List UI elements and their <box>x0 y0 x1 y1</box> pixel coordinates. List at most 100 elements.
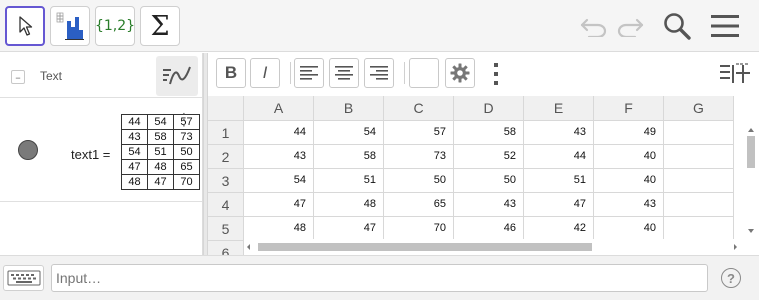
cell-b3[interactable]: 51 <box>314 169 384 193</box>
cell-c5[interactable]: 70 <box>384 217 454 241</box>
align-center-button[interactable] <box>329 58 359 88</box>
row-header-3[interactable]: 3 <box>208 169 244 193</box>
undo-button[interactable] <box>578 10 610 42</box>
text1-table-row: 44 54 57 <box>121 114 200 130</box>
statistics-tool-button[interactable] <box>50 6 90 46</box>
cell-settings-button[interactable] <box>445 58 475 88</box>
sum-tool-button[interactable]: Σ <box>140 6 180 46</box>
search-button[interactable] <box>661 10 693 42</box>
cell-b2[interactable]: 58 <box>314 145 384 169</box>
cell-b1[interactable]: 54 <box>314 121 384 145</box>
align-left-button[interactable] <box>294 58 324 88</box>
cell-e5[interactable]: 42 <box>524 217 594 241</box>
cell-g2[interactable] <box>664 145 734 169</box>
column-header-c[interactable]: C <box>384 96 454 121</box>
cell-c1[interactable]: 57 <box>384 121 454 145</box>
input-help-button[interactable]: ? <box>721 268 741 288</box>
cell-f1[interactable]: 49 <box>594 121 664 145</box>
row-header-2[interactable]: 2 <box>208 145 244 169</box>
column-header-d[interactable]: D <box>454 96 524 121</box>
move-tool-button[interactable] <box>5 6 45 46</box>
algebra-header: – Text <box>0 53 202 98</box>
input-bar: ? <box>0 255 759 300</box>
sigma-icon: Σ <box>150 10 170 42</box>
cell-g4[interactable] <box>664 193 734 217</box>
column-header-a[interactable]: A <box>244 96 314 121</box>
text1-table-cell: 54 <box>121 144 148 160</box>
corner-cell[interactable] <box>208 96 244 121</box>
cell-c3[interactable]: 50 <box>384 169 454 193</box>
cell-b4[interactable]: 48 <box>314 193 384 217</box>
list-tool-button[interactable]: {1,2} <box>95 6 135 46</box>
column-header-g[interactable]: G <box>664 96 734 121</box>
row-header-4[interactable]: 4 <box>208 193 244 217</box>
visibility-toggle[interactable] <box>18 140 38 160</box>
algebra-item-text1[interactable]: text1 = 44 54 57 43 58 73 54 51 50 47 48 65 48 47 70 ·… <box>0 99 202 202</box>
cell-a1[interactable]: 44 <box>244 121 314 145</box>
collapse-toggle[interactable]: – <box>11 70 25 84</box>
cell-g1[interactable] <box>664 121 734 145</box>
cell-d1[interactable]: 58 <box>454 121 524 145</box>
cell-g3[interactable] <box>664 169 734 193</box>
cell-d5[interactable]: 46 <box>454 217 524 241</box>
text1-table-cell: 48 <box>121 174 148 190</box>
spreadsheet-view: B I A B C D E F G 1 44 54 57 58 43 49 2 … <box>208 53 759 255</box>
cell-c2[interactable]: 73 <box>384 145 454 169</box>
text1-table-cell: 47 <box>147 174 174 190</box>
spreadsheet-layout-button[interactable] <box>719 61 751 87</box>
cell-d3[interactable]: 50 <box>454 169 524 193</box>
spreadsheet-vertical-scrollbar[interactable] <box>743 122 759 239</box>
cell-f5[interactable]: 40 <box>594 217 664 241</box>
cell-a5[interactable]: 48 <box>244 217 314 241</box>
cell-f4[interactable]: 43 <box>594 193 664 217</box>
text1-table-cell: 44 <box>121 114 148 130</box>
italic-button[interactable]: I <box>250 58 280 88</box>
bold-button[interactable]: B <box>216 58 246 88</box>
row-header-1[interactable]: 1 <box>208 121 244 145</box>
text1-table-cell: 65 <box>173 159 200 175</box>
cell-a4[interactable]: 47 <box>244 193 314 217</box>
spreadsheet-horizontal-scrollbar[interactable] <box>244 239 743 255</box>
column-header-e[interactable]: E <box>524 96 594 121</box>
row-header-5[interactable]: 5 <box>208 217 244 241</box>
text1-table-row: 43 58 73 <box>121 129 200 145</box>
bold-icon: B <box>224 63 238 82</box>
text1-table-cell: 73 <box>173 129 200 145</box>
cell-e3[interactable]: 51 <box>524 169 594 193</box>
cell-f3[interactable]: 40 <box>594 169 664 193</box>
background-color-button[interactable] <box>409 58 439 88</box>
text1-table-cell: 58 <box>147 129 174 145</box>
item-more-icon[interactable]: · · · <box>182 108 186 132</box>
column-header-b[interactable]: B <box>314 96 384 121</box>
cell-c4[interactable]: 65 <box>384 193 454 217</box>
cell-e2[interactable]: 44 <box>524 145 594 169</box>
more-options-icon[interactable] <box>494 63 498 85</box>
text1-table-cell: 50 <box>173 144 200 160</box>
stylebar-separator <box>404 62 405 84</box>
text1-table-row: 48 47 70 <box>121 174 200 190</box>
cell-d2[interactable]: 52 <box>454 145 524 169</box>
cell-d4[interactable]: 43 <box>454 193 524 217</box>
align-right-button[interactable] <box>364 58 394 88</box>
column-header-f[interactable]: F <box>594 96 664 121</box>
algebra-stylebar-toggle[interactable] <box>156 56 198 96</box>
cell-a3[interactable]: 54 <box>244 169 314 193</box>
cell-a2[interactable]: 43 <box>244 145 314 169</box>
cell-f2[interactable]: 40 <box>594 145 664 169</box>
redo-button[interactable] <box>614 10 646 42</box>
algebra-input[interactable] <box>51 264 708 292</box>
align-left-icon <box>300 66 318 80</box>
align-right-icon <box>370 66 388 80</box>
cursor-arrow-icon <box>19 16 33 36</box>
virtual-keyboard-button[interactable] <box>3 265 44 291</box>
cell-e1[interactable]: 43 <box>524 121 594 145</box>
spreadsheet-layout-icon <box>720 63 750 83</box>
cell-g5[interactable] <box>664 217 734 241</box>
main-menu-button[interactable] <box>709 10 741 42</box>
text1-table-cell: 51 <box>147 144 174 160</box>
spreadsheet-stylebar: B I <box>208 53 759 96</box>
keyboard-icon <box>7 270 40 286</box>
cell-b5[interactable]: 47 <box>314 217 384 241</box>
row-header-6[interactable]: 6 <box>208 241 244 255</box>
cell-e4[interactable]: 47 <box>524 193 594 217</box>
